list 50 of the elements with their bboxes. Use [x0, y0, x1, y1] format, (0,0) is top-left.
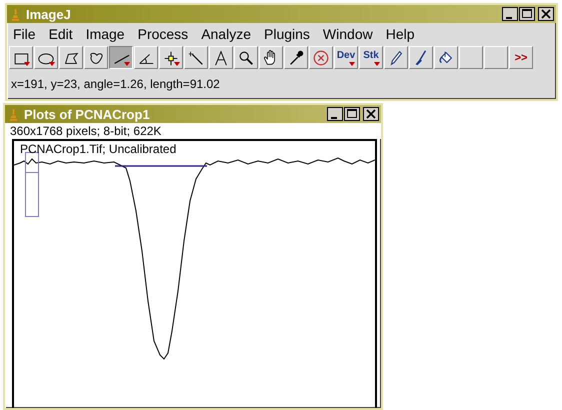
- window-title: Plots of PCNACrop1: [24, 106, 151, 122]
- freehand-tool-button[interactable]: [84, 46, 108, 69]
- close-button[interactable]: [363, 107, 379, 121]
- close-button[interactable]: [538, 7, 554, 21]
- menu-item[interactable]: Image: [86, 26, 132, 42]
- menu-item[interactable]: File: [13, 26, 43, 42]
- tool-button[interactable]: Dev: [334, 46, 358, 69]
- dropdown-triangle-icon: [174, 62, 180, 66]
- stop-icon: [312, 48, 330, 66]
- menu-item[interactable]: Plugins: [264, 26, 317, 42]
- menu-item[interactable]: Help: [386, 26, 422, 42]
- stop-tool-button[interactable]: [309, 46, 333, 69]
- polygon-tool-button[interactable]: [59, 46, 83, 69]
- wand-tool-button[interactable]: [184, 46, 208, 69]
- microscope-icon: [9, 108, 18, 120]
- oval-tool-button[interactable]: [34, 46, 58, 69]
- window-title: ImageJ: [26, 6, 72, 22]
- more-tools-button[interactable]: >>: [509, 46, 533, 69]
- dropdown-triangle-icon: [374, 62, 380, 66]
- menu-item[interactable]: Edit: [48, 26, 80, 42]
- rectangle-tool-button[interactable]: [9, 46, 33, 69]
- menu-item[interactable]: Analyze: [201, 26, 258, 42]
- pencil-tool-button[interactable]: [384, 46, 408, 69]
- crosshair-icon: [162, 48, 180, 66]
- magnifier-icon: [237, 48, 255, 66]
- hand-tool-button[interactable]: [259, 46, 283, 69]
- dropdown-triangle-icon: [124, 62, 130, 66]
- line-tool-button[interactable]: [109, 46, 133, 69]
- tool-button[interactable]: Stk: [359, 46, 383, 69]
- text-tool-tool-button[interactable]: [209, 46, 233, 69]
- dropdown-triangle-icon: [349, 62, 355, 66]
- plot-label: PCNACrop1.Tif; Uncalibrated: [20, 142, 176, 156]
- dropper-icon: [287, 48, 305, 66]
- minimize-button[interactable]: [327, 107, 343, 121]
- brush-tool-button[interactable]: [409, 46, 433, 69]
- menu-item[interactable]: Window: [322, 26, 380, 42]
- crosshair-tool-button[interactable]: [159, 46, 183, 69]
- status-text: x=191, y=23, angle=1.26, length=91.02: [10, 76, 221, 91]
- dropper-tool-button[interactable]: [284, 46, 308, 69]
- paint-bucket-tool-button[interactable]: [434, 46, 458, 69]
- maximize-button[interactable]: [344, 107, 360, 121]
- dropdown-triangle-icon: [24, 62, 30, 66]
- angle-tool-button[interactable]: [134, 46, 158, 69]
- microscope-icon: [11, 8, 20, 20]
- dropdown-triangle-icon: [49, 62, 55, 66]
- wand-icon: [187, 48, 205, 66]
- maximize-button[interactable]: [519, 7, 535, 21]
- minimize-button[interactable]: [502, 7, 518, 21]
- menu-item[interactable]: Process: [138, 26, 196, 42]
- magnifier-tool-button[interactable]: [234, 46, 258, 69]
